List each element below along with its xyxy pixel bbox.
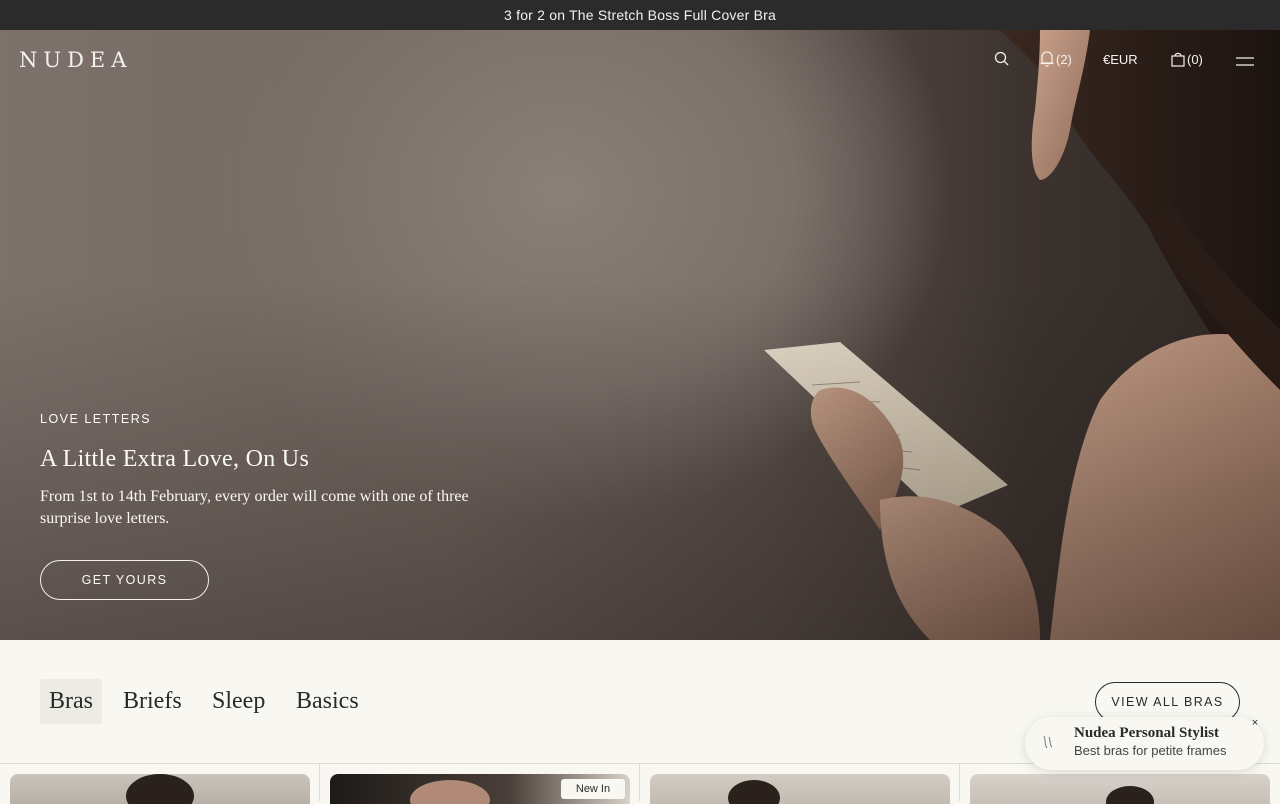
- menu-button[interactable]: [1236, 53, 1254, 71]
- hero-eyebrow: LOVE LETTERS: [40, 412, 152, 426]
- stylist-subtitle: Best bras for petite frames: [1074, 743, 1227, 758]
- bag-count: (0): [1187, 51, 1203, 67]
- tab-bras[interactable]: Bras: [40, 679, 102, 724]
- announcement-text[interactable]: 3 for 2 on The Stretch Boss Full Cover B…: [504, 7, 776, 23]
- personal-stylist-widget[interactable]: Nudea Personal Stylist Best bras for pet…: [1025, 717, 1264, 770]
- stylist-icon: [1041, 734, 1055, 755]
- currency-label: €EUR: [1103, 51, 1138, 67]
- product-card[interactable]: [640, 764, 960, 804]
- bag-icon: [1171, 51, 1185, 67]
- tab-briefs[interactable]: Briefs: [114, 679, 191, 724]
- currency-selector[interactable]: €EUR: [1103, 50, 1138, 68]
- brand-logo[interactable]: NUDEA: [19, 48, 132, 72]
- tab-sleep[interactable]: Sleep: [203, 679, 274, 724]
- get-yours-button[interactable]: GET YOURS: [40, 560, 209, 600]
- stylist-title: Nudea Personal Stylist: [1074, 725, 1220, 741]
- wishlist-count: (2): [1056, 51, 1072, 67]
- wishlist-button[interactable]: (2): [1040, 50, 1072, 68]
- menu-icon: [1236, 57, 1254, 67]
- bell-icon: [1040, 51, 1054, 67]
- hero-description: From 1st to 14th February, every order w…: [40, 488, 469, 527]
- hero-content: LOVE LETTERS A Little Extra Love, On Us …: [40, 412, 469, 527]
- site-header: NUDEA (2) €EUR (0): [0, 30, 1280, 88]
- search-icon: [994, 51, 1010, 67]
- product-card[interactable]: [0, 764, 320, 804]
- tab-basics[interactable]: Basics: [287, 679, 368, 724]
- bag-button[interactable]: (0): [1171, 50, 1203, 68]
- announcement-bar[interactable]: 3 for 2 on The Stretch Boss Full Cover B…: [0, 0, 1280, 30]
- hero-title: A Little Extra Love, On Us: [40, 446, 310, 472]
- close-stylist-button[interactable]: ×: [1249, 717, 1261, 729]
- search-button[interactable]: [994, 50, 1010, 68]
- view-all-bras-button[interactable]: VIEW ALL BRAS: [1095, 682, 1240, 722]
- new-in-badge: New In: [561, 779, 625, 799]
- hero-banner: [0, 30, 1280, 640]
